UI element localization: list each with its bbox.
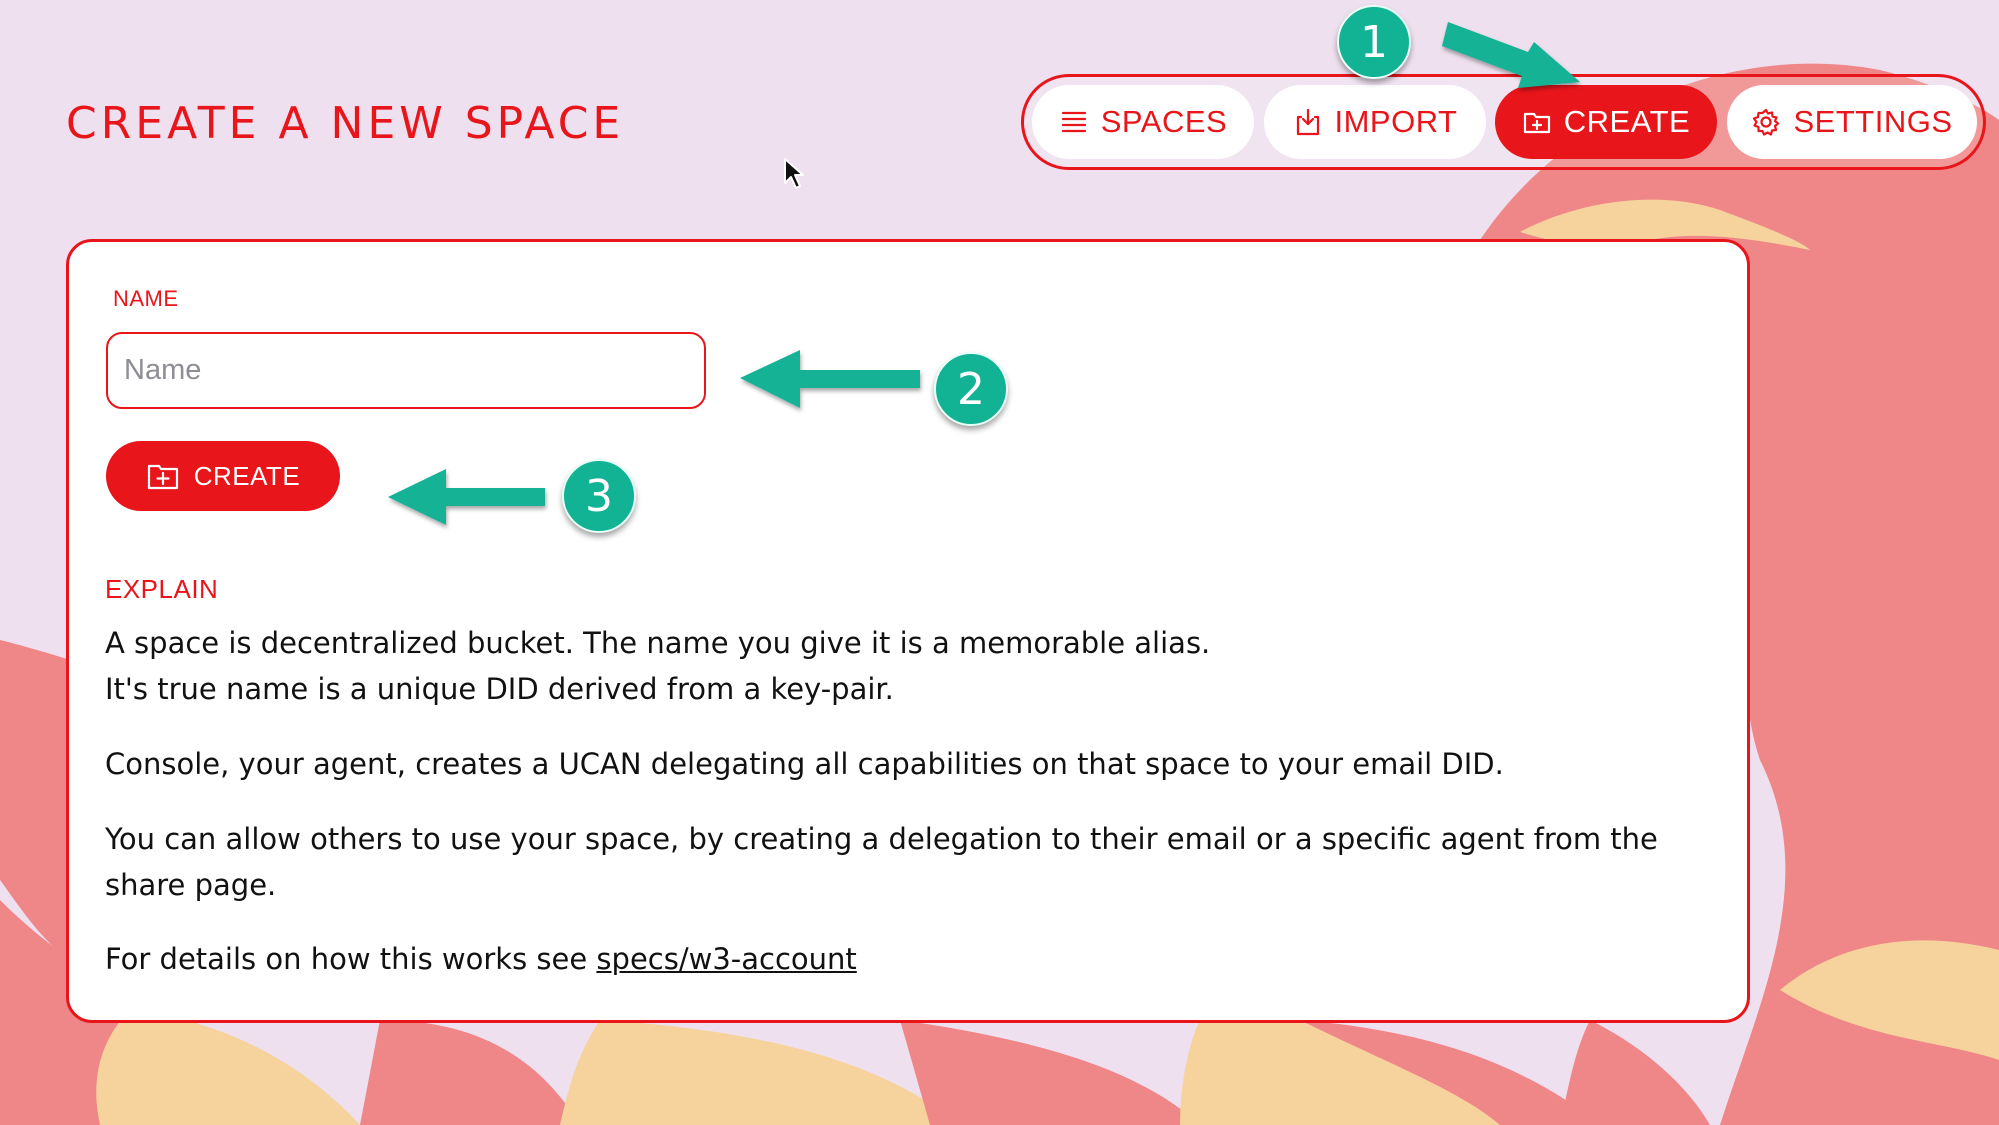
explain-heading: EXPLAIN bbox=[105, 574, 219, 604]
gear-icon bbox=[1753, 108, 1780, 136]
list-icon bbox=[1061, 111, 1086, 133]
explain-paragraph-1: A space is decentralized bucket. The nam… bbox=[105, 620, 1715, 712]
import-icon bbox=[1296, 108, 1319, 136]
explain-paragraph-2: Console, your agent, creates a UCAN dele… bbox=[105, 747, 1504, 781]
annotation-badge-3: 3 bbox=[562, 459, 636, 533]
nav-spaces-button[interactable]: SPACES bbox=[1032, 85, 1254, 159]
nav-spaces-label: SPACES bbox=[1100, 104, 1228, 139]
explain-paragraph-4: For details on how this works see specs/… bbox=[105, 936, 1715, 982]
nav-import-button[interactable]: IMPORT bbox=[1264, 85, 1486, 159]
create-button[interactable]: CREATE bbox=[106, 441, 340, 511]
folder-plus-icon bbox=[147, 464, 178, 490]
nav-create-button[interactable]: CREATE bbox=[1495, 85, 1717, 159]
specs-link[interactable]: specs/w3-account bbox=[596, 942, 856, 976]
explain-paragraph-4-prefix: For details on how this works see bbox=[105, 942, 597, 976]
name-input[interactable] bbox=[106, 332, 706, 409]
page-title: CREATE A NEW SPACE bbox=[66, 98, 625, 149]
folder-plus-icon bbox=[1523, 112, 1550, 134]
explain-paragraph-1-line-1: A space is decentralized bucket. The nam… bbox=[105, 626, 1211, 660]
nav-create-label: CREATE bbox=[1563, 104, 1691, 139]
explain-paragraph-3: You can allow others to use your space, … bbox=[105, 822, 1658, 902]
explain-paragraph-1-line-2: It's true name is a unique DID derived f… bbox=[105, 672, 894, 706]
annotation-badge-2: 2 bbox=[934, 352, 1008, 426]
nav-settings-label: SETTINGS bbox=[1793, 104, 1953, 139]
annotation-badge-1: 1 bbox=[1337, 5, 1411, 79]
nav-settings-button[interactable]: SETTINGS bbox=[1727, 85, 1977, 159]
name-field-label: NAME bbox=[113, 286, 179, 311]
nav-import-label: IMPORT bbox=[1334, 104, 1458, 139]
create-button-label: CREATE bbox=[193, 460, 301, 491]
mouse-cursor-icon bbox=[784, 158, 804, 189]
